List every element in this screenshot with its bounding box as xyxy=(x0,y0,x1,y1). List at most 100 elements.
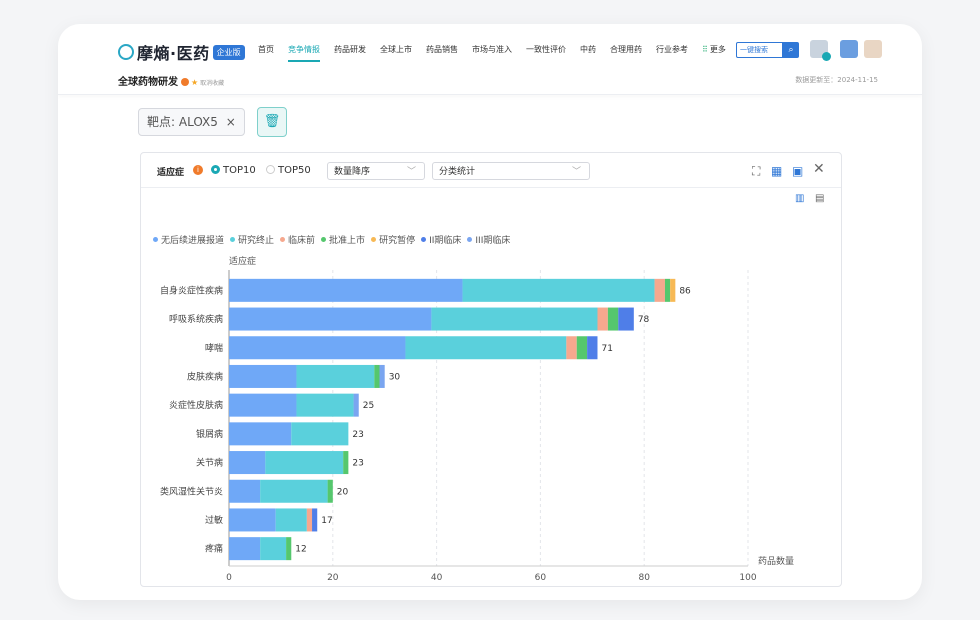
unfavorite-link[interactable]: 取消收藏 xyxy=(200,80,224,87)
main-nav: 首页 竞争情报 药品研发 全球上市 药品销售 市场与准入 一致性评价 中药 合理… xyxy=(258,44,754,62)
bar-segment xyxy=(291,422,349,446)
bar-segment xyxy=(587,336,598,360)
y-tick-label: 疼痛 xyxy=(205,543,223,555)
nav-item-more[interactable]: ⠿ 更多 xyxy=(702,44,740,62)
bar-segment xyxy=(353,393,359,417)
bar-segment xyxy=(306,508,313,532)
bar-total-label: 17 xyxy=(321,516,332,526)
bar-segment xyxy=(379,364,385,388)
bar-total-label: 30 xyxy=(389,372,401,382)
nav-more-label: 更多 xyxy=(709,45,726,54)
bar-segment xyxy=(229,479,261,503)
target-filter-tag: 靶点: ALOX5 × xyxy=(138,108,245,136)
close-icon[interactable]: × xyxy=(226,115,236,129)
trash-icon: 🗑 xyxy=(263,114,281,129)
bar-segment xyxy=(229,537,261,561)
bar-segment xyxy=(670,278,676,302)
y-tick-label: 炎症性皮肤病 xyxy=(169,399,223,411)
bar-segment xyxy=(462,278,655,302)
indication-bar-chart: 0 20 40 60 80 100 适应症药品数量 自身炎症性疾病 86 呼吸系统疾病 78 哮喘 71… xyxy=(160,255,794,583)
page-title-text: 全球药物研发 xyxy=(118,77,178,88)
bar-segment xyxy=(654,278,665,302)
quick-search-button[interactable]: 一键搜索 xyxy=(736,42,783,58)
bar-segment xyxy=(312,508,318,532)
bar-segment xyxy=(229,508,276,532)
bar-total-label: 86 xyxy=(679,286,691,296)
bar-segment xyxy=(229,336,406,360)
y-tick-label: 关节病 xyxy=(196,457,223,469)
clear-filters-button[interactable]: 🗑 xyxy=(257,107,287,137)
search-icon[interactable]: ⌕ xyxy=(783,42,799,58)
x-tick-label: 100 xyxy=(739,573,756,583)
y-tick-label: 过敏 xyxy=(205,514,223,526)
bar-total-label: 23 xyxy=(352,430,363,440)
bar-segment xyxy=(260,479,328,503)
y-tick-label: 呼吸系统疾病 xyxy=(169,313,223,325)
x-tick-label: 40 xyxy=(431,573,443,583)
bar-total-label: 25 xyxy=(363,401,374,411)
bar-segment xyxy=(229,393,297,417)
bar-segment xyxy=(566,336,577,360)
bar-segment xyxy=(229,278,463,302)
bar-segment xyxy=(374,364,380,388)
bar-segment xyxy=(296,364,375,388)
bar-segment xyxy=(597,307,608,331)
x-axis-title: 药品数量 xyxy=(758,555,794,567)
bar-segment xyxy=(664,278,671,302)
y-tick-label: 皮肤疾病 xyxy=(187,370,223,382)
bar-segment xyxy=(275,508,307,532)
nav-item-tcm[interactable]: 中药 xyxy=(580,44,596,62)
nav-item-home[interactable]: 首页 xyxy=(258,44,274,62)
bar-segment xyxy=(229,422,292,446)
bar-segment xyxy=(327,479,333,503)
avatar[interactable] xyxy=(864,40,882,58)
bar-total-label: 12 xyxy=(295,545,306,555)
grid-dots-icon: ⠿ xyxy=(702,45,708,54)
bar-segment xyxy=(286,537,292,561)
nav-item-global-launch[interactable]: 全球上市 xyxy=(380,44,412,62)
vip-icon[interactable] xyxy=(810,40,831,61)
data-update-date: 数据更新至：2024-11-15 xyxy=(795,76,878,84)
nav-item-drug-sales[interactable]: 药品销售 xyxy=(426,44,458,62)
nav-item-market-access[interactable]: 市场与准入 xyxy=(472,44,512,62)
logo[interactable]: 摩熵·医药 企业版 xyxy=(118,40,245,64)
nav-item-drug-rd[interactable]: 药品研发 xyxy=(334,44,366,62)
bar-segment xyxy=(343,451,349,475)
bar-segment xyxy=(405,336,567,360)
bar-segment xyxy=(431,307,598,331)
indication-panel: 适应症 i TOP10 TOP50 数量降序 ﹀ 分类统计 ﹀ ⛶ ▦ ▣ ✕ ▥ … xyxy=(140,152,842,587)
bar-segment xyxy=(296,393,354,417)
bar-segment xyxy=(607,307,619,331)
logo-icon xyxy=(118,44,134,60)
bar-total-label: 23 xyxy=(352,459,363,469)
star-icon[interactable]: ★ xyxy=(191,78,198,87)
y-axis-title: 适应症 xyxy=(229,255,256,267)
bar-segment xyxy=(576,336,588,360)
info-icon[interactable] xyxy=(181,78,189,86)
bar-segment xyxy=(265,451,344,475)
nav-item-industry-ref[interactable]: 行业参考 xyxy=(656,44,688,62)
nav-item-consistency[interactable]: 一致性评价 xyxy=(526,44,566,62)
page-title: 全球药物研发 ★ 取消收藏 xyxy=(118,73,224,88)
quick-search: 一键搜索 ⌕ xyxy=(736,42,799,58)
bar-total-label: 20 xyxy=(337,487,349,497)
bar-total-label: 78 xyxy=(638,315,650,325)
y-tick-label: 自身炎症性疾病 xyxy=(160,284,223,296)
main-card: 摩熵·医药 企业版 首页 竞争情报 药品研发 全球上市 药品销售 市场与准入 一… xyxy=(58,24,922,600)
enterprise-badge: 企业版 xyxy=(212,44,245,60)
document-icon[interactable] xyxy=(840,40,858,58)
bar-segment xyxy=(229,364,297,388)
target-tag-label: 靶点: ALOX5 xyxy=(147,115,218,129)
nav-item-competitive-intel[interactable]: 竞争情报 xyxy=(288,44,320,62)
y-tick-label: 哮喘 xyxy=(205,342,223,354)
nav-item-rational-use[interactable]: 合理用药 xyxy=(610,44,642,62)
check-icon xyxy=(822,52,831,61)
x-tick-label: 20 xyxy=(327,573,339,583)
bar-segment xyxy=(618,307,634,331)
x-tick-label: 0 xyxy=(226,573,232,583)
bar-segment xyxy=(229,451,266,475)
x-tick-label: 60 xyxy=(535,573,547,583)
x-tick-label: 80 xyxy=(638,573,650,583)
y-tick-label: 类风湿性关节炎 xyxy=(160,485,223,497)
bar-total-label: 71 xyxy=(601,344,612,354)
